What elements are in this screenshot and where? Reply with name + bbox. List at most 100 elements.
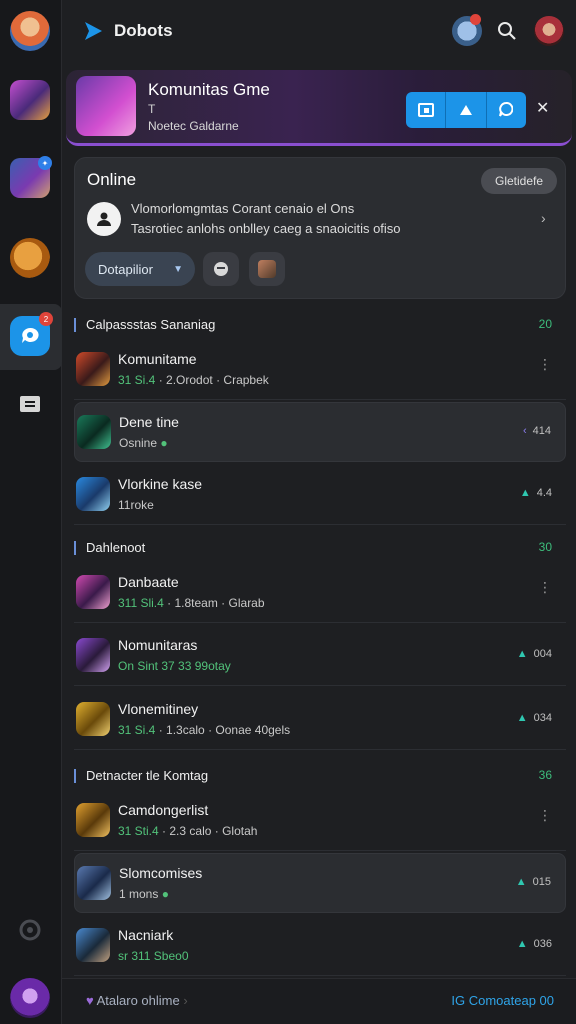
top-bar: Dobots	[62, 0, 576, 62]
item-meta-value: 015	[532, 876, 551, 888]
item-avatar	[76, 352, 110, 386]
item-avatar	[77, 415, 111, 449]
item-avatar	[76, 803, 110, 837]
status-dropdown[interactable]: Dotapilior ▼	[85, 252, 195, 286]
chevron-right-icon: ›	[183, 993, 188, 1008]
item-subtitle: 1 mons ●	[119, 887, 169, 901]
list-item[interactable]: Danbaate 311 Sli.4 · 1.8team · Glarab ⋮	[74, 563, 566, 623]
refresh-icon[interactable]	[10, 910, 50, 950]
section-marker	[74, 769, 76, 783]
item-meta-value: 4.4	[536, 487, 552, 499]
item-stat-2: 2.Orodot	[166, 373, 213, 387]
notifications-icon[interactable]	[452, 14, 482, 46]
server-badge: ✦	[38, 156, 52, 170]
folder-icon[interactable]	[10, 384, 50, 424]
item-avatar	[76, 702, 110, 736]
online-card-line-2: Tasrotiec anlohs onblley caeg a snaoicit…	[131, 221, 401, 236]
notifications-badge	[470, 14, 481, 25]
item-name: Dene tine	[119, 414, 179, 430]
section-header: Detnacter tle Komtag 36	[74, 767, 564, 787]
user-avatar-bottom[interactable]	[10, 978, 50, 1018]
lock-icon: ▲	[516, 938, 528, 950]
item-meta: ‹ 414	[523, 425, 551, 437]
item-name: Vlorkine kase	[118, 476, 203, 492]
community-banner[interactable]: Komunitas Gme T Noetec Galdarne ✕	[66, 70, 572, 146]
item-avatar	[77, 866, 111, 900]
item-stat-2: 1.3calo	[166, 723, 205, 737]
more-icon[interactable]: ⋮	[538, 807, 552, 824]
search-icon[interactable]	[492, 16, 522, 46]
item-stat: 311 Sli.4	[118, 596, 164, 610]
item-stat: On Sint 37	[118, 659, 175, 673]
notification-badge: 2	[39, 312, 53, 326]
item-stat: sr 311 Sbeo0	[118, 949, 189, 963]
lock-icon: ▲	[519, 487, 531, 499]
section-count: 30	[538, 540, 552, 554]
server-icon-3[interactable]	[10, 238, 50, 278]
chevron-right-icon[interactable]: ›	[541, 210, 546, 226]
item-meta-value: 004	[533, 648, 552, 660]
heart-icon: ♥	[86, 993, 94, 1008]
item-stat: 31 Si.4	[118, 373, 156, 387]
banner-title: Komunitas Gme	[148, 80, 270, 99]
item-stat-3: Crapbek	[223, 373, 269, 387]
close-icon[interactable]: ✕	[536, 98, 549, 118]
chat-icon[interactable]	[486, 92, 526, 128]
item-name: Nacniark	[118, 927, 174, 943]
more-icon[interactable]: ⋮	[538, 579, 552, 596]
section-marker	[74, 318, 76, 332]
lock-icon: ▲	[515, 876, 527, 888]
list-item[interactable]: Slomcomises 1 mons ● ▲ 015	[74, 853, 566, 913]
item-stat-3: Glotah	[222, 824, 258, 838]
back-icon: ‹	[522, 425, 527, 437]
item-meta: ▲ 4.4	[520, 487, 552, 499]
item-meta-value: 036	[533, 938, 552, 950]
item-name: Camdongerlist	[118, 802, 209, 818]
shape-icon[interactable]	[446, 92, 487, 128]
item-stat: 31 Sti.4	[118, 824, 159, 838]
item-meta: ▲ 036	[517, 938, 552, 950]
online-card: Online Gletidefe Vlomorlomgmtas Corant c…	[74, 157, 566, 299]
list-item[interactable]: Camdongerlist 31 Sti.4 · 2.3 calo · Glot…	[74, 791, 566, 851]
item-avatar	[76, 928, 110, 962]
list-item[interactable]: Nacniark sr 311 Sbeo0 ▲ 036	[74, 916, 566, 976]
character-icon-button[interactable]	[249, 252, 285, 286]
list-item[interactable]: Dene tine Osnine ● ‹ 414	[74, 402, 566, 462]
banner-subtitle-1: T	[148, 102, 156, 116]
community-avatar	[76, 76, 136, 136]
lock-icon: ▲	[516, 712, 528, 724]
section-count: 36	[538, 768, 552, 782]
item-stat: 11roke	[118, 498, 154, 512]
account-avatar[interactable]	[534, 16, 564, 46]
section-marker	[74, 541, 76, 555]
section-header: Dahlenoot 30	[74, 539, 564, 559]
footer-status[interactable]: ♥ Atalaro ohlime ›	[86, 993, 188, 1008]
emoji-icon-button[interactable]	[203, 252, 239, 286]
item-meta: ▲ 004	[517, 648, 552, 660]
app-logo-icon	[85, 22, 102, 40]
server-icon-1[interactable]	[10, 80, 50, 120]
footer-link[interactable]: IG Comoateap 00	[451, 993, 554, 1008]
window-icon[interactable]	[406, 92, 447, 128]
banner-action-group	[406, 92, 526, 128]
lock-icon: ▲	[516, 648, 528, 660]
list-item[interactable]: Vlonemitiney 31 Si.4 · 1.3calo · Oonae 4…	[74, 690, 566, 750]
more-icon[interactable]: ⋮	[538, 356, 552, 373]
item-subtitle: sr 311 Sbeo0	[118, 949, 189, 963]
item-stat-2: 1.8team	[174, 596, 218, 610]
online-card-line-1: Vlomorlomgmtas Corant cenaio el Ons	[131, 201, 355, 216]
server-rail: ✦ 2	[0, 0, 62, 1024]
item-stat: 31 Si.4	[118, 723, 156, 737]
item-subtitle: 31 Si.4 · 1.3calo · Oonae 40gels	[118, 723, 291, 737]
profile-avatar[interactable]	[10, 11, 50, 51]
list-item[interactable]: Vlorkine kase 11roke ▲ 4.4	[74, 465, 566, 525]
section-title: Detnacter tle Komtag	[86, 768, 209, 783]
list-item[interactable]: Nomunitaras On Sint 37 33 99otay ▲ 004	[74, 626, 566, 686]
online-card-pill[interactable]: Gletidefe	[481, 168, 557, 194]
app-title: Dobots	[114, 21, 173, 40]
item-meta-value: 034	[533, 712, 552, 724]
banner-subtitle-2: Noetec Galdarne	[148, 119, 239, 133]
item-subtitle: 31 Sti.4 · 2.3 calo · Glotah	[118, 824, 258, 838]
online-card-title: Online	[87, 170, 137, 189]
list-item[interactable]: Komunitame 31 Si.4 · 2.Orodot · Crapbek …	[74, 340, 566, 400]
